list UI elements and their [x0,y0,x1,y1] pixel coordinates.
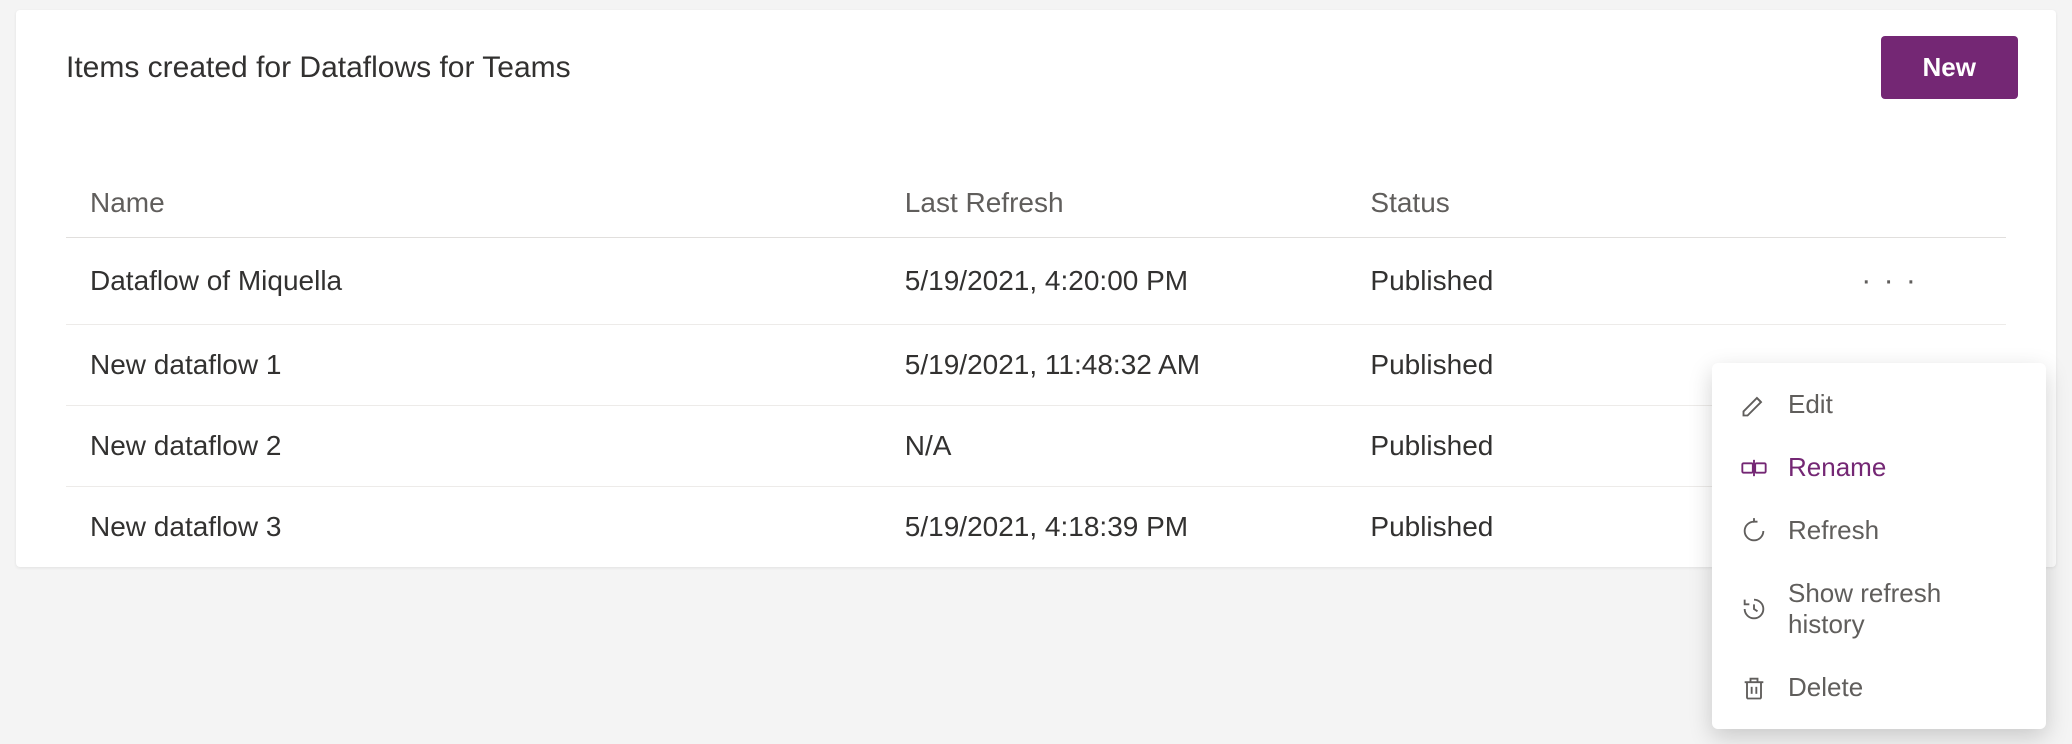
history-icon [1740,595,1768,623]
page-title: Items created for Dataflows for Teams [66,51,571,85]
table-row[interactable]: Dataflow of Miquella 5/19/2021, 4:20:00 … [66,238,2006,325]
cell-name: New dataflow 1 [66,325,881,406]
menu-item-history[interactable]: Show refresh history [1712,562,2046,656]
menu-item-edit[interactable]: Edit [1712,373,2046,436]
menu-item-label: Edit [1788,389,1833,420]
more-actions-button[interactable]: · · · [1849,262,1930,300]
refresh-icon [1740,517,1768,545]
cell-refresh: 5/19/2021, 11:48:32 AM [881,325,1347,406]
cell-refresh: 5/19/2021, 4:20:00 PM [881,238,1347,325]
col-header-name[interactable]: Name [66,169,881,238]
menu-item-label: Rename [1788,452,1886,483]
new-button[interactable]: New [1881,36,2018,99]
cell-status: Published [1346,406,1773,487]
cell-name: New dataflow 3 [66,487,881,568]
menu-item-refresh[interactable]: Refresh [1712,499,2046,562]
pencil-icon [1740,391,1768,419]
menu-item-label: Refresh [1788,515,1879,546]
menu-item-label: Show refresh history [1788,578,2018,640]
cell-status: Published [1346,487,1773,568]
cell-refresh: N/A [881,406,1347,487]
cell-name: New dataflow 2 [66,406,881,487]
table-header-row: Name Last Refresh Status [66,169,2006,238]
col-header-status[interactable]: Status [1346,169,1773,238]
col-header-actions [1773,169,2006,238]
rename-icon [1740,454,1768,482]
trash-icon [1740,674,1768,702]
cell-status: Published [1346,238,1773,325]
menu-item-rename[interactable]: Rename [1712,436,2046,499]
menu-item-label: Delete [1788,672,1863,703]
cell-status: Published [1346,325,1773,406]
col-header-refresh[interactable]: Last Refresh [881,169,1347,238]
card-header: Items created for Dataflows for Teams Ne… [16,10,2056,99]
menu-item-delete[interactable]: Delete [1712,656,2046,719]
cell-refresh: 5/19/2021, 4:18:39 PM [881,487,1347,568]
cell-name: Dataflow of Miquella [66,238,881,325]
context-menu: Edit Rename Refresh Show refresh history [1712,363,2046,729]
